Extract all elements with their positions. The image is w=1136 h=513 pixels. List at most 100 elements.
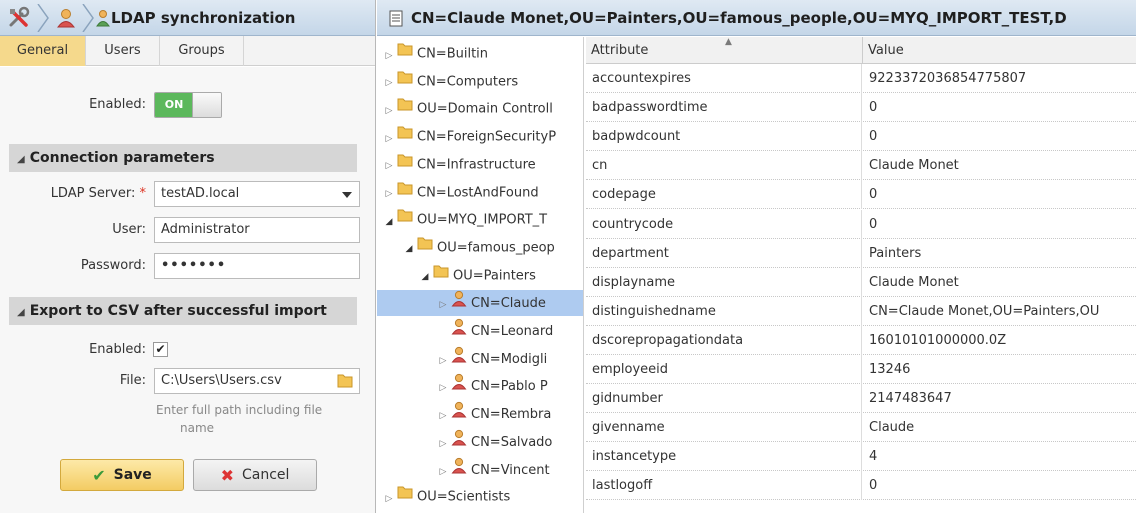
value-cell: 0	[869, 129, 878, 145]
tree-node-label: CN=Modigli	[471, 351, 548, 367]
tree-node-label: OU=MYQ_IMPORT_T	[417, 212, 548, 228]
table-row[interactable]: givenname Claude	[586, 413, 1136, 443]
column-header-value[interactable]: Value	[863, 37, 1136, 64]
tree-node[interactable]: ▷ CN=Salvado	[377, 429, 583, 457]
expand-triangle-icon[interactable]: ▷	[383, 70, 395, 96]
value-cell: 9223372036854775807	[869, 71, 1027, 86]
table-row[interactable]: employeeid 13246	[586, 355, 1136, 384]
connection-section-header[interactable]: ◢ Connection parameters	[9, 144, 357, 172]
tab-users[interactable]: Users	[86, 36, 160, 66]
attribute-cell: codepage	[586, 180, 862, 210]
ldap-server-select[interactable]: testAD.local	[154, 181, 360, 207]
table-row[interactable]: department Painters	[586, 238, 1136, 268]
expand-triangle-icon[interactable]: ▷	[383, 43, 395, 69]
password-label: Password:	[80, 258, 146, 273]
chevron-right-icon	[37, 4, 49, 32]
value-cell: 2147483647	[869, 391, 952, 407]
cancel-button[interactable]: ✖ Cancel	[193, 459, 317, 491]
users-crumb-icon[interactable]	[55, 0, 77, 36]
tree-node[interactable]: ▷ CN=Modigli	[377, 346, 583, 374]
tree-node-label: CN=Claude	[471, 296, 546, 312]
folder-browse-icon[interactable]	[336, 372, 354, 393]
folder-icon	[397, 69, 413, 95]
table-row[interactable]: badpasswordtime 0	[586, 93, 1136, 123]
tree-node[interactable]: ▷ CN=ForeignSecurityP	[377, 124, 583, 152]
file-path-field[interactable]: C:\Users\Users.csv	[154, 368, 360, 394]
collapse-triangle-icon[interactable]: ◢	[383, 209, 395, 235]
expand-triangle-icon[interactable]: ▷	[383, 126, 395, 152]
tree-node[interactable]: ▷ CN=Pablo P	[377, 373, 583, 401]
tree-node[interactable]: ▷ CN=Vincent	[377, 457, 583, 485]
table-row[interactable]: badpwdcount 0	[586, 122, 1136, 152]
attribute-cell: department	[586, 238, 862, 268]
tree-node[interactable]: ▷ CN=Claude	[377, 290, 583, 318]
export-enabled-checkbox[interactable]: ✔	[153, 342, 168, 357]
table-row[interactable]: countrycode 0	[586, 209, 1136, 239]
tree-node[interactable]: ◢ OU=Painters	[377, 263, 583, 290]
folder-icon	[397, 41, 413, 67]
table-row[interactable]: accountexpires 9223372036854775807	[586, 64, 1136, 93]
tree-node[interactable]: ▷ CN=Builtin	[377, 41, 583, 69]
document-icon	[389, 10, 403, 31]
attribute-cell: distinguishedname	[586, 296, 862, 326]
value-cell: CN=Claude Monet,OU=Painters,OU	[869, 303, 1100, 319]
tree-node-label: CN=ForeignSecurityP	[417, 129, 557, 145]
expand-triangle-icon[interactable]: ▷	[437, 348, 449, 374]
expand-triangle-icon[interactable]: ▷	[383, 153, 395, 179]
tree-node[interactable]: ▷ OU=Domain Controll	[377, 96, 583, 124]
expand-triangle-icon[interactable]: ▷	[437, 431, 449, 457]
table-row[interactable]: instancetype 4	[586, 442, 1136, 472]
tree-node[interactable]: ▷ CN=LostAndFound	[377, 180, 583, 207]
collapse-triangle-icon: ◢	[17, 154, 25, 165]
table-row[interactable]: codepage 0	[586, 180, 1136, 210]
connection-heading: Connection parameters	[29, 150, 215, 166]
password-field[interactable]: •••••••	[154, 253, 360, 279]
expand-triangle-icon[interactable]: ▷	[437, 403, 449, 429]
collapse-triangle-icon[interactable]: ◢	[403, 236, 415, 262]
collapse-triangle-icon[interactable]: ◢	[419, 264, 431, 290]
expand-triangle-icon[interactable]: ▷	[383, 486, 395, 512]
tree-node[interactable]: ◢ OU=famous_peop	[377, 235, 583, 262]
user-field[interactable]: Administrator	[154, 217, 360, 243]
table-row[interactable]: gidnumber 2147483647	[586, 384, 1136, 414]
enabled-toggle[interactable]: ON	[154, 92, 222, 118]
user-label: User:	[112, 222, 146, 237]
folder-icon	[433, 263, 449, 289]
tree-node[interactable]: ▷ OU=Scientists	[377, 484, 583, 512]
tree-node[interactable]: ▷ CN=Rembra	[377, 401, 583, 429]
expand-triangle-icon[interactable]: ▷	[437, 375, 449, 401]
attribute-cell: lastlogoff	[586, 471, 862, 501]
expand-triangle-icon[interactable]: ▷	[437, 459, 449, 485]
tree-node-label: CN=Salvado	[471, 434, 553, 450]
tree-node[interactable]: ◢ OU=MYQ_IMPORT_T	[377, 207, 583, 235]
table-row[interactable]: displayname Claude Monet	[586, 267, 1136, 297]
tree-node[interactable]: ▷ CN=Infrastructure	[377, 152, 583, 179]
tree-node-label: CN=Rembra	[471, 407, 552, 423]
tree-node-label: CN=Builtin	[417, 46, 489, 62]
table-row[interactable]: cn Claude Monet	[586, 151, 1136, 181]
value-cell: 0	[869, 478, 878, 494]
tree-node-label: CN=Pablo P	[471, 379, 548, 395]
expand-triangle-icon[interactable]: ▷	[383, 98, 395, 124]
chevron-down-icon	[342, 192, 352, 198]
user-icon	[451, 290, 467, 317]
tab-general[interactable]: General	[0, 36, 86, 66]
save-button[interactable]: ✔ Save	[60, 459, 184, 491]
table-row[interactable]: dscorepropagationdata 16010101000000.0Z	[586, 325, 1136, 355]
tools-icon[interactable]	[6, 0, 32, 36]
ldap-server-value: testAD.local	[161, 186, 240, 201]
export-section-header[interactable]: ◢ Export to CSV after successful import	[9, 297, 357, 325]
tab-groups[interactable]: Groups	[160, 36, 244, 66]
directory-tree[interactable]: ▷ CN=Builtin ▷ CN=Computers ▷ OU=Domain Contr…	[377, 37, 584, 513]
user-icon	[451, 318, 467, 345]
tree-node[interactable]: CN=Leonard	[377, 318, 583, 345]
tree-node[interactable]: ▷ CN=Computers	[377, 69, 583, 96]
value-cell: 0	[869, 187, 878, 203]
column-header-attribute[interactable]: Attribute ▲	[586, 37, 863, 64]
user-icon	[451, 457, 467, 484]
cancel-label: Cancel	[241, 467, 290, 483]
table-row[interactable]: distinguishedname CN=Claude Monet,OU=Pain…	[586, 296, 1136, 326]
expand-triangle-icon[interactable]: ▷	[437, 292, 449, 318]
expand-triangle-icon[interactable]: ▷	[383, 181, 395, 207]
table-row[interactable]: lastlogoff 0	[586, 471, 1136, 501]
